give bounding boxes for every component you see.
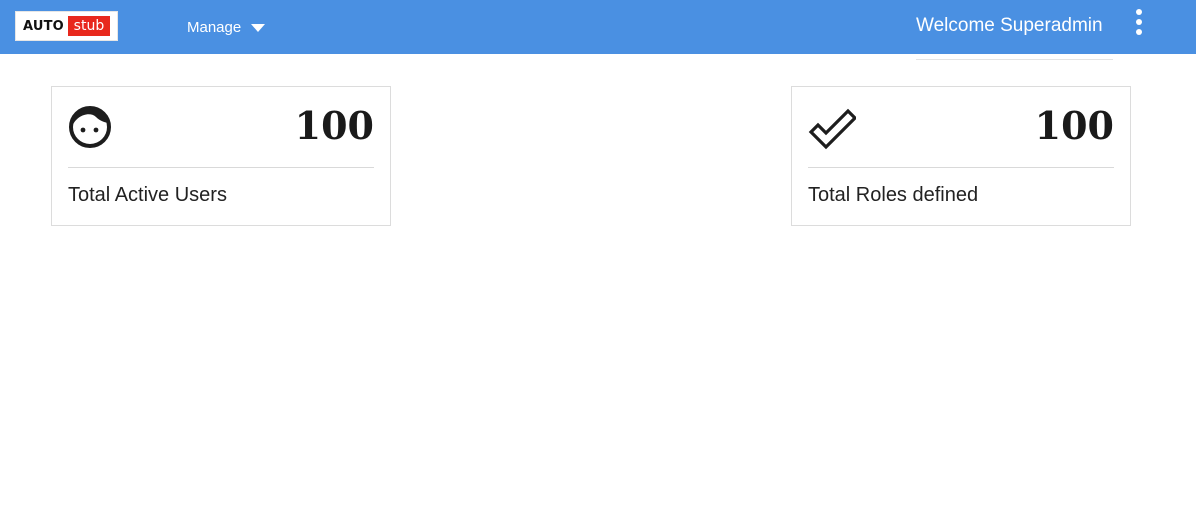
welcome-message[interactable]: Welcome Superadmin: [916, 13, 1103, 39]
stat-card-active-users: 100 Total Active Users: [51, 86, 391, 226]
card-divider: [68, 167, 374, 168]
card-divider: [808, 167, 1114, 168]
face-icon: [69, 106, 111, 148]
kebab-menu-icon[interactable]: [1132, 9, 1146, 35]
roles-label: Total Roles defined: [808, 184, 979, 206]
welcome-divider: [916, 59, 1113, 60]
manage-dropdown[interactable]: Manage: [187, 17, 266, 37]
manage-label: Manage: [187, 18, 242, 36]
logo-text-stub: stub: [67, 16, 110, 36]
logo-text-auto: AUTO: [23, 18, 64, 34]
app-logo[interactable]: AUTO stub: [15, 11, 118, 41]
double-check-icon: [808, 108, 856, 150]
caret-down-icon: [251, 24, 266, 32]
active-users-label: Total Active Users: [68, 184, 227, 206]
stat-card-roles: 100 Total Roles defined: [791, 86, 1131, 226]
top-navbar: AUTO stub Manage Welcome Superadmin: [0, 0, 1196, 54]
roles-count: 100: [1034, 103, 1114, 148]
active-users-count: 100: [294, 103, 374, 148]
